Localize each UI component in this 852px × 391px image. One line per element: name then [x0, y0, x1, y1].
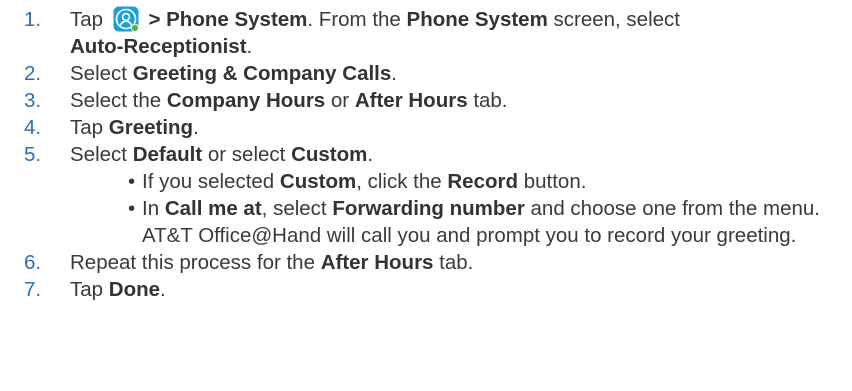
step-text: In — [142, 197, 160, 220]
step-text: If you selected — [142, 170, 275, 193]
step-text: tab. — [439, 251, 474, 274]
step-4: 4. Tap Greeting. — [24, 114, 844, 141]
step-number: 1. — [24, 8, 42, 31]
step-text: or — [330, 89, 350, 112]
option-name: Greeting — [108, 116, 194, 139]
step-number: 5. — [24, 143, 42, 166]
tab-name: After Hours — [320, 251, 434, 274]
button-name: Done — [108, 278, 161, 301]
step-text: , click the — [356, 170, 442, 193]
step-text: . From the — [307, 8, 401, 31]
sub-steps-list: • If you selected Custom, click the Reco… — [70, 168, 844, 249]
step-number: 7. — [24, 278, 42, 301]
button-name: Record — [447, 170, 519, 193]
tab-name: Company Hours — [166, 89, 326, 112]
step-2: 2. Select Greeting & Company Calls. — [24, 60, 844, 87]
option-name: Greeting & Company Calls — [132, 62, 392, 85]
option-name: Auto-Receptionist — [70, 35, 247, 58]
step-number: 6. — [24, 251, 42, 274]
step-text: . — [391, 62, 397, 85]
step-number: 2. — [24, 62, 42, 85]
sub-step-2: • In Call me at, select Forwarding numbe… — [128, 195, 844, 249]
option-name: Forwarding number — [332, 197, 525, 220]
step-5: 5. Select Default or select Custom. • If… — [24, 141, 844, 249]
step-number: 3. — [24, 89, 42, 112]
step-text: . — [367, 143, 374, 166]
step-3: 3. Select the Company Hours or After Hou… — [24, 87, 844, 114]
step-text: tab. — [473, 89, 508, 112]
bullet: • — [128, 197, 136, 220]
user-avatar-icon — [113, 6, 139, 32]
tab-name: After Hours — [354, 89, 468, 112]
step-text: button. — [523, 170, 587, 193]
step-1: 1. Tap > Phone System. From the Phone Sy… — [24, 6, 844, 60]
step-text: screen, select — [553, 8, 680, 31]
step-7: 7. Tap Done. — [24, 276, 844, 303]
step-text: Select — [70, 62, 127, 85]
option-name: Custom — [291, 143, 368, 166]
step-text: Select the — [70, 89, 162, 112]
step-text: . — [160, 278, 166, 301]
bullet: • — [128, 170, 136, 193]
option-name: Custom — [279, 170, 357, 193]
steps-list: 1. Tap > Phone System. From the Phone Sy… — [24, 6, 844, 303]
instructions-document: 1. Tap > Phone System. From the Phone Sy… — [0, 0, 852, 391]
step-text: Tap — [70, 116, 104, 139]
step-number: 4. — [24, 116, 42, 139]
step-text: Tap — [70, 278, 104, 301]
step-text: Repeat this process for the — [70, 251, 315, 274]
step-text: Select — [70, 143, 127, 166]
step-text: or select — [207, 143, 286, 166]
step-text: . — [246, 35, 253, 58]
step-text: . — [193, 116, 199, 139]
option-name: Default — [132, 143, 203, 166]
step-text: , select — [261, 197, 327, 220]
field-name: Call me at — [164, 197, 262, 220]
menu-path: > Phone System — [148, 8, 308, 31]
sub-step-1: • If you selected Custom, click the Reco… — [128, 168, 844, 195]
step-text: Tap — [70, 8, 104, 31]
step-6: 6. Repeat this process for the After Hou… — [24, 249, 844, 276]
screen-name: Phone System — [406, 8, 548, 31]
